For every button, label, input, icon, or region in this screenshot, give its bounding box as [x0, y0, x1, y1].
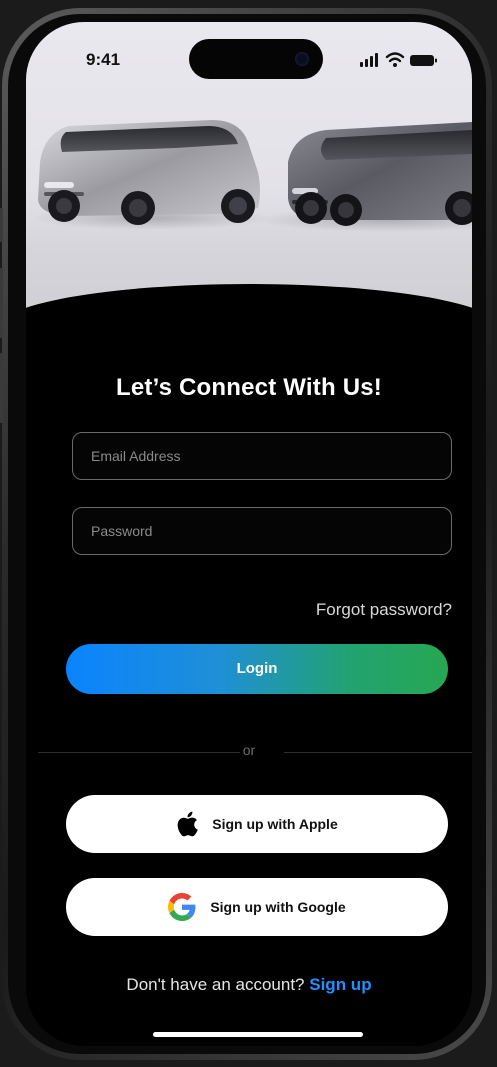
signup-link[interactable]: Sign up	[309, 975, 371, 994]
status-bar: 9:41	[26, 22, 472, 82]
sign-up-google-button[interactable]: Sign up with Google	[66, 878, 448, 936]
email-input[interactable]	[73, 433, 451, 479]
sign-up-google-label: Sign up with Google	[210, 899, 346, 915]
login-button[interactable]: Login	[66, 644, 448, 694]
dynamic-island	[189, 39, 323, 79]
signup-prompt-text: Don't have an account?	[126, 975, 305, 994]
sign-up-apple-button[interactable]: Sign up with Apple	[66, 795, 448, 853]
wifi-icon	[385, 52, 405, 67]
home-indicator[interactable]	[153, 1032, 363, 1037]
volume-up-button	[0, 268, 3, 338]
google-icon	[168, 893, 196, 921]
signal-icon	[360, 53, 378, 67]
hero-bottom-curve	[26, 284, 472, 374]
status-time: 9:41	[86, 50, 121, 69]
apple-icon	[177, 811, 198, 837]
sign-up-apple-label: Sign up with Apple	[212, 816, 338, 832]
password-field[interactable]	[72, 507, 452, 555]
email-field[interactable]	[72, 432, 452, 480]
status-icons	[360, 52, 440, 68]
signup-prompt: Don't have an account? Sign up	[26, 975, 472, 995]
forgot-password-link[interactable]: Forgot password?	[316, 600, 452, 620]
mute-switch	[0, 208, 3, 242]
page-title: Let’s Connect With Us!	[116, 374, 382, 401]
volume-down-button	[0, 353, 3, 423]
battery-icon	[410, 55, 437, 66]
divider-or-label: or	[242, 742, 256, 758]
password-input[interactable]	[73, 508, 451, 554]
phone-screen: 9:41 Let’s Connect With Us! Email Addres…	[26, 22, 472, 1046]
camera-icon	[295, 52, 309, 66]
